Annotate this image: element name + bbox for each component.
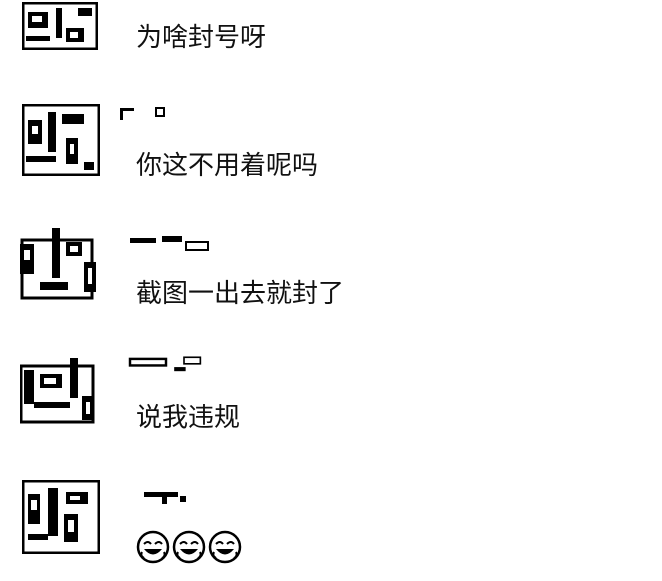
message-text: 截图一出去就封了 <box>136 279 345 309</box>
chat-message: 为啥封号呀 <box>0 0 662 70</box>
laughing-emoji-icon <box>136 530 170 564</box>
chat-message: 截图一出去就封了 <box>0 222 662 322</box>
sender-name <box>118 104 166 122</box>
sender-name <box>142 488 190 506</box>
message-text: 你这不用着呢吗 <box>136 151 319 181</box>
avatar[interactable] <box>20 356 98 424</box>
avatar[interactable] <box>22 480 100 554</box>
emoji-row <box>136 530 242 564</box>
message-text: 为啥封号呀 <box>136 23 267 53</box>
avatar[interactable] <box>18 226 100 304</box>
laughing-emoji-icon <box>172 530 206 564</box>
chat-message <box>0 474 662 581</box>
avatar[interactable] <box>22 104 100 176</box>
chat-message: 说我违规 <box>0 350 662 450</box>
sender-name <box>120 354 212 372</box>
message-text: 说我违规 <box>136 403 241 433</box>
chat-message: 你这不用着呢吗 <box>0 96 662 196</box>
avatar[interactable] <box>22 2 98 50</box>
laughing-emoji-icon <box>208 530 242 564</box>
sender-name <box>128 234 210 252</box>
